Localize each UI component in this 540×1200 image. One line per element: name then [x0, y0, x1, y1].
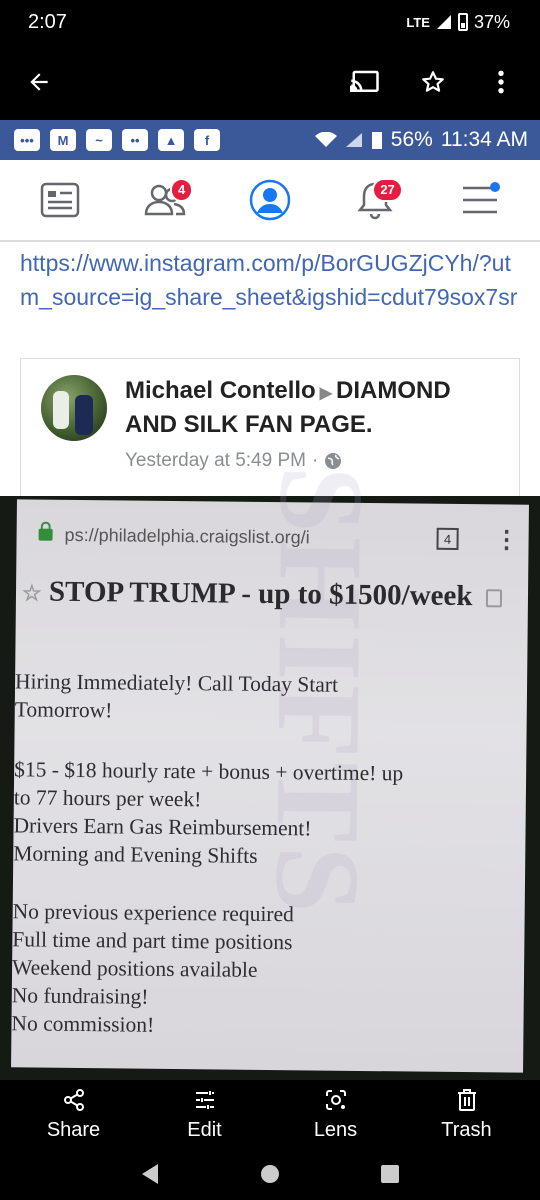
tab-menu[interactable] — [456, 176, 504, 224]
home-circle-icon[interactable] — [260, 1164, 280, 1184]
messages-icon: ••• — [14, 129, 40, 151]
craigslist-photo: SHIFTS ps://philadelphia.craigslist.org/… — [0, 465, 540, 1080]
menu-notification-dot — [489, 182, 500, 192]
profile-icon — [249, 179, 291, 221]
author-name[interactable]: Michael Contello — [125, 377, 316, 404]
more-vert-icon — [498, 70, 504, 94]
inner-status-bar: ••• M ~ •• ▲ f 56% 11:34 AM — [0, 120, 540, 160]
system-nav-bar — [0, 1148, 540, 1200]
chat-icon: •• — [122, 129, 148, 151]
listing-title-text: STOP TRUMP - up to $1500/week — [48, 575, 473, 613]
facebook-nav-bar: 4 27 — [0, 160, 540, 242]
arrow-right-icon: ▶ — [319, 385, 332, 402]
trash-button[interactable]: Trash — [412, 1087, 522, 1142]
back-button[interactable] — [22, 65, 56, 99]
status-bar: 2:07 LTE 37% — [0, 0, 540, 44]
wifi-icon — [314, 132, 337, 147]
facebook-icon: f — [194, 129, 220, 151]
craigslist-screen: SHIFTS ps://philadelphia.craigslist.org/… — [11, 465, 529, 1073]
tab-notifications[interactable]: 27 — [351, 176, 403, 224]
star-outline-icon — [422, 71, 444, 92]
photo-content[interactable]: ••• M ~ •• ▲ f 56% 11:34 AM 4 27 https:/… — [0, 120, 540, 1080]
battery-icon — [457, 13, 468, 31]
favorite-star-icon: ☆ — [21, 580, 42, 606]
post-link[interactable]: https://www.instagram.com/p/BorGUGZjCYh/… — [20, 246, 520, 314]
lock-icon — [38, 528, 53, 541]
browser-menu-icon: ⋮ — [494, 525, 519, 554]
recents-square-icon[interactable] — [380, 1164, 400, 1184]
more-options-button[interactable] — [484, 65, 518, 99]
listing-line: Morning and Evening Shifts — [13, 841, 258, 868]
url-text: ps://philadelphia.craigslist.org/i — [64, 524, 310, 547]
inner-time: 11:34 AM — [440, 128, 528, 151]
listing-title: ☆ STOP TRUMP - up to $1500/week — [22, 569, 502, 620]
trash-label: Trash — [441, 1118, 492, 1141]
cast-icon — [350, 70, 379, 92]
avatar[interactable] — [41, 375, 107, 441]
tabs-count: 4 — [436, 527, 459, 550]
listing-line: Tomorrow! — [14, 697, 113, 723]
edit-button[interactable]: Edit — [150, 1087, 260, 1142]
address-field: ps://philadelphia.craigslist.org/i — [38, 518, 436, 556]
friend-requests-badge: 4 — [169, 178, 194, 202]
news-feed-icon — [41, 182, 80, 218]
gallery-icon: ▲ — [158, 129, 184, 151]
listing-line: No commission! — [11, 1011, 155, 1037]
listing-intro: Hiring Immediately! Call Today Start Tom… — [15, 667, 526, 728]
share-button[interactable]: Share — [19, 1087, 129, 1142]
tab-friend-requests[interactable]: 4 — [141, 176, 194, 224]
flag-icon — [485, 589, 502, 608]
tab-news-feed[interactable] — [36, 176, 84, 224]
share-icon — [63, 1088, 84, 1111]
shared-post-header: Michael Contello ▶ DIAMOND AND SILK FAN PA… — [125, 375, 503, 440]
photo-action-bar: Share Edit Lens Trash — [0, 1080, 540, 1148]
back-triangle-icon[interactable] — [140, 1163, 160, 1185]
listing-pay-details: $15 - $18 hourly rate + bonus + overtime… — [13, 755, 524, 872]
network-label: LTE — [406, 14, 430, 30]
lens-button[interactable]: Lens — [281, 1087, 391, 1142]
cast-button[interactable] — [348, 65, 382, 99]
battery-level: 37% — [473, 11, 510, 32]
status-indicators: LTE 37% — [406, 12, 510, 33]
photo-viewer-toolbar — [0, 44, 540, 120]
browser-url-bar: ps://philadelphia.craigslist.org/i 4 ⋮ — [16, 511, 528, 562]
tab-profile[interactable] — [246, 176, 294, 224]
trash-icon — [457, 1088, 476, 1111]
notifications-badge: 27 — [372, 178, 403, 202]
edit-label: Edit — [187, 1118, 222, 1141]
status-time: 2:07 — [28, 10, 67, 33]
gmail-icon: M — [50, 129, 76, 151]
listing-requirements: No previous experience required Full tim… — [11, 897, 522, 1042]
signal-icon — [436, 15, 451, 29]
lens-icon — [325, 1089, 346, 1110]
messenger-icon: ~ — [86, 129, 112, 151]
lens-label: Lens — [313, 1118, 358, 1141]
cell-signal-icon — [345, 133, 362, 147]
favorite-button[interactable] — [416, 65, 450, 99]
share-label: Share — [46, 1118, 101, 1141]
edit-sliders-icon — [195, 1090, 214, 1109]
inner-battery-level: 56% — [390, 128, 433, 151]
back-arrow-icon — [30, 73, 48, 91]
inner-battery-icon — [371, 132, 382, 149]
